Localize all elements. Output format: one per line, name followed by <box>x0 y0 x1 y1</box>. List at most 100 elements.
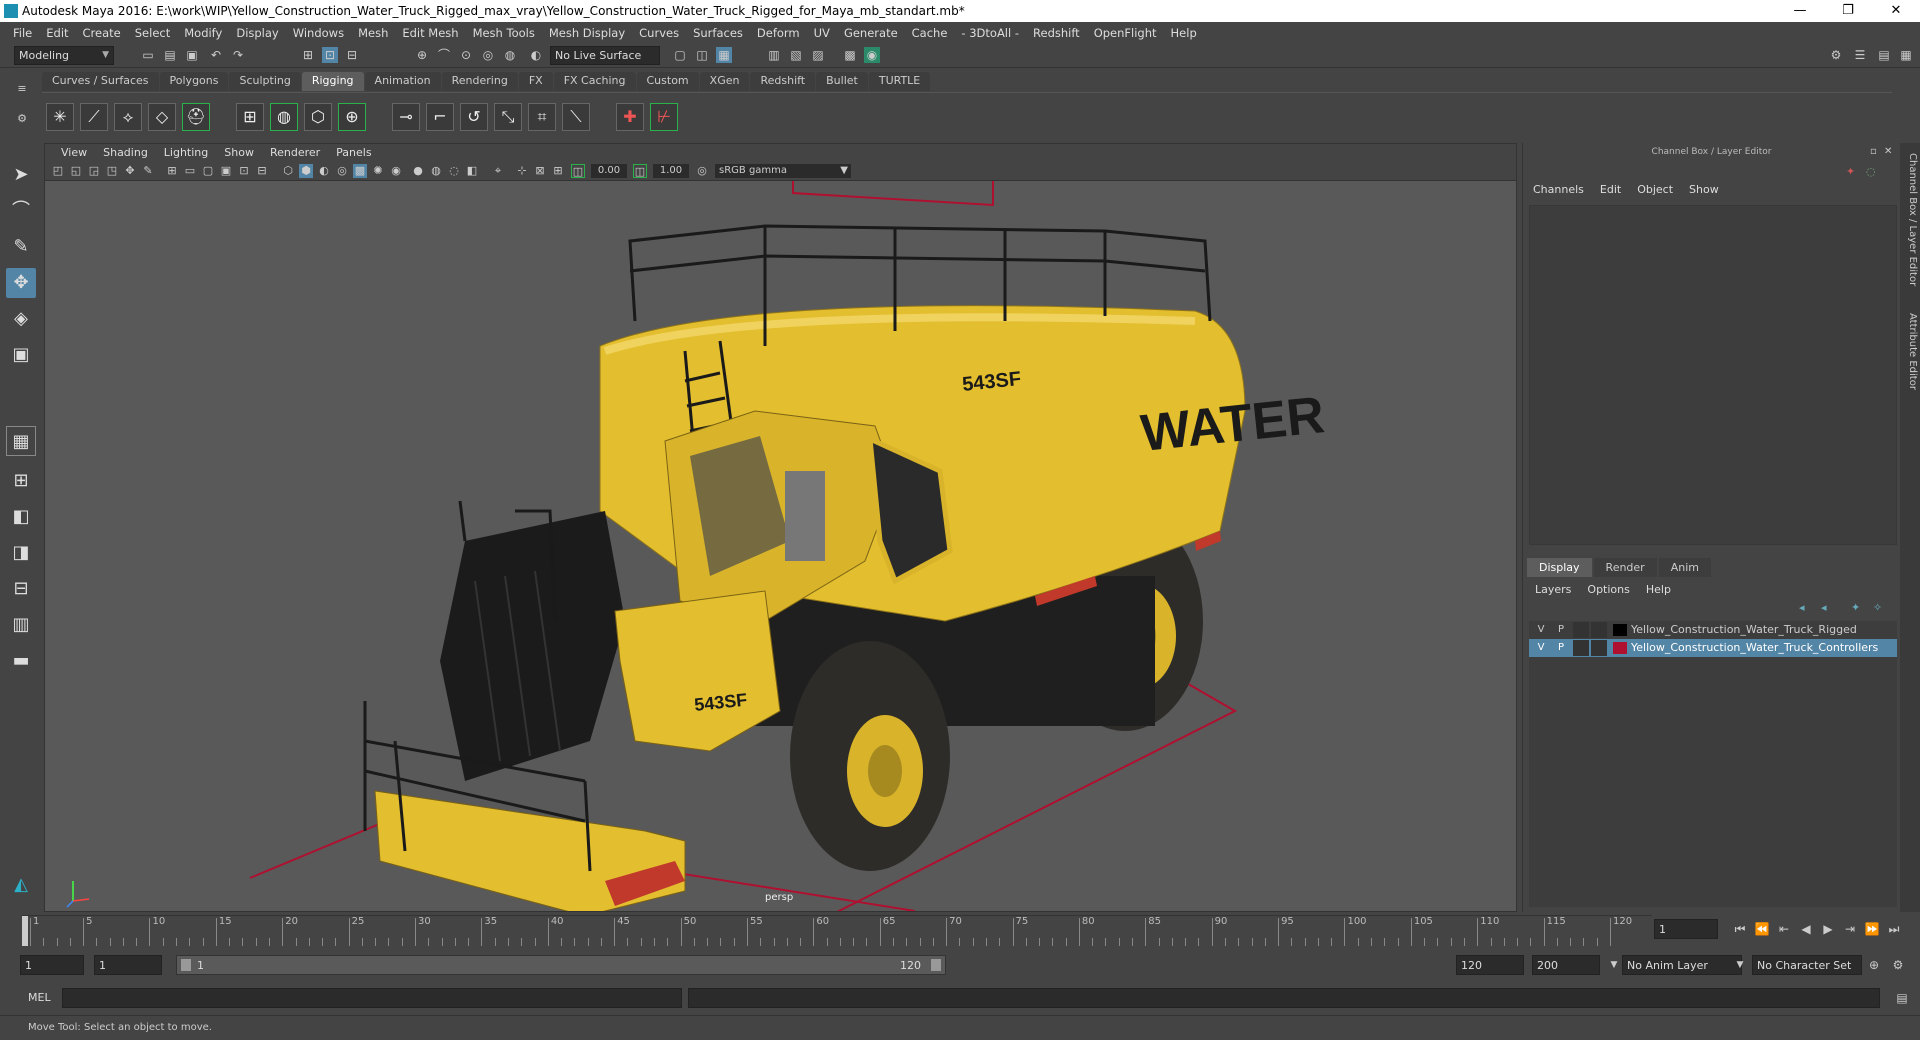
range-handle-left[interactable] <box>181 959 191 971</box>
new-layer-icon[interactable]: ✧ <box>1873 601 1889 615</box>
locator-icon[interactable]: ✚ <box>616 103 644 131</box>
gate-mask-icon[interactable]: ▣ <box>219 164 233 178</box>
maya-home-icon[interactable]: ◭ <box>6 870 36 900</box>
ipr-icon[interactable]: ◫ <box>694 47 710 63</box>
range-slider[interactable]: 1 120 <box>176 955 946 975</box>
time-slider[interactable]: 1 5 10 15 20 25 30 35 40 45 50 55 60 65 70 75 80 85 90 95 10… <box>22 915 1652 947</box>
select-hierarchy-icon[interactable]: ⊞ <box>300 47 316 63</box>
menu-create[interactable]: Create <box>76 26 128 40</box>
select-object-icon[interactable]: ⊡ <box>322 47 338 63</box>
safe-action-icon[interactable]: ⊟ <box>255 164 269 178</box>
toggle-attribute-icon[interactable]: ▤ <box>1876 47 1892 63</box>
shelf-tab-rigging[interactable]: Rigging <box>301 72 364 91</box>
point-constraint-icon[interactable]: ⌐ <box>426 103 454 131</box>
channel-sync-icon[interactable]: ◌ <box>1866 165 1880 179</box>
shelf-tab-fx-caching[interactable]: FX Caching <box>553 72 636 91</box>
new-scene-icon[interactable]: ▭ <box>140 47 156 63</box>
end-time-field[interactable]: 200 <box>1532 955 1600 975</box>
viewport-menu-show[interactable]: Show <box>216 146 262 159</box>
channel-menu-show[interactable]: Show <box>1689 183 1719 196</box>
viewport-menu-lighting[interactable]: Lighting <box>156 146 216 159</box>
lasso-tool-icon[interactable]: ⌒ <box>6 196 36 226</box>
close-panel-icon[interactable]: ✕ <box>1884 146 1896 158</box>
viewport-menu-renderer[interactable]: Renderer <box>262 146 328 159</box>
menu-curves[interactable]: Curves <box>632 26 686 40</box>
render-frame-icon[interactable]: ▥ <box>766 47 782 63</box>
snap-view-icon[interactable]: ◎ <box>480 47 496 63</box>
wireframe-icon[interactable]: ⬡ <box>281 164 295 178</box>
step-forward-key-icon[interactable]: ⏩ <box>1864 921 1880 937</box>
viewport-persp[interactable]: View Shading Lighting Show Renderer Panels ◰ … <box>44 143 1517 912</box>
motion-blur-icon[interactable]: ◍ <box>429 164 443 178</box>
layer-reference-toggle[interactable] <box>1591 640 1607 656</box>
menu-edit-mesh[interactable]: Edit Mesh <box>395 26 465 40</box>
parent-constraint-icon[interactable]: ⌗ <box>528 103 556 131</box>
grease-pencil-icon[interactable]: ✎ <box>141 164 155 178</box>
channel-box-area[interactable] <box>1529 205 1897 545</box>
shelf-tab-redshift[interactable]: Redshift <box>750 72 816 91</box>
move-layer-up-icon[interactable]: ◂ <box>1799 601 1815 615</box>
select-camera-icon[interactable]: ◰ <box>51 164 65 178</box>
shadows-icon[interactable]: ◉ <box>389 164 403 178</box>
character-set-arrow-icon[interactable]: ▼ <box>1732 957 1748 973</box>
menu-generate[interactable]: Generate <box>837 26 905 40</box>
backface-icon[interactable]: ⊞ <box>551 164 565 178</box>
new-layer-selected-icon[interactable]: ✦ <box>1851 601 1867 615</box>
go-start-icon[interactable]: ⏮ <box>1732 921 1748 937</box>
aim-constraint-icon[interactable]: ⊸ <box>392 103 420 131</box>
layer-visibility-toggle[interactable]: V <box>1533 622 1549 638</box>
color-space-dropdown[interactable]: sRGB gamma ▼ <box>715 164 851 178</box>
bind-skin-icon[interactable]: ⊞ <box>236 103 264 131</box>
menu-display[interactable]: Display <box>229 26 285 40</box>
layer-display-type-toggle[interactable] <box>1573 622 1589 638</box>
layer-display-type-toggle[interactable] <box>1573 640 1589 656</box>
mode-dropdown[interactable]: Modeling ▼ <box>14 46 114 65</box>
smooth-shade-icon[interactable]: ⬢ <box>299 164 313 178</box>
layer-playback-toggle[interactable]: P <box>1553 622 1569 638</box>
single-view-icon[interactable]: ▦ <box>6 426 36 456</box>
minimize-button[interactable]: — <box>1780 2 1820 20</box>
cluster-icon[interactable]: ⬡ <box>304 103 332 131</box>
menu-cache[interactable]: Cache <box>905 26 955 40</box>
live-surface-icon[interactable]: ◐ <box>528 47 544 63</box>
layer-tab-anim[interactable]: Anim <box>1658 558 1711 577</box>
xray-icon[interactable]: ⌖ <box>491 164 505 178</box>
start-time-field[interactable]: 1 <box>20 955 84 975</box>
layer-menu-options[interactable]: Options <box>1587 583 1629 596</box>
textured-icon[interactable]: ▩ <box>353 164 367 178</box>
snap-surface-icon[interactable]: ◍ <box>502 47 518 63</box>
scale-tool-icon[interactable]: ▣ <box>6 340 36 370</box>
shelf-tab-polygons[interactable]: Polygons <box>159 72 229 91</box>
pole-vector-icon[interactable]: ⟍ <box>562 103 590 131</box>
play-back-icon[interactable]: ◀ <box>1798 921 1814 937</box>
toggle-channelbox-icon[interactable]: ▦ <box>1898 47 1914 63</box>
menu-select[interactable]: Select <box>128 26 177 40</box>
playback-start-field[interactable]: 1 <box>94 955 162 975</box>
tab-channel-box[interactable]: Channel Box / Layer Editor <box>1902 153 1918 286</box>
hypershade-icon[interactable]: ▦ <box>716 47 732 63</box>
layer-color-swatch[interactable] <box>1613 642 1627 654</box>
isolate-select-icon[interactable]: ◧ <box>465 164 479 178</box>
mirror-joint-icon[interactable]: ◇ <box>148 103 176 131</box>
render-region-icon[interactable]: ▢ <box>672 47 688 63</box>
menu-uv[interactable]: UV <box>807 26 837 40</box>
quick-rig-icon[interactable]: ⛑ <box>182 103 210 131</box>
shelf-tab-rendering[interactable]: Rendering <box>441 72 518 91</box>
gamma-icon[interactable]: ◫ <box>633 164 647 178</box>
xray-joints-icon[interactable]: ⊹ <box>515 164 529 178</box>
exposure-icon[interactable]: ◫ <box>571 164 585 178</box>
field-chart-icon[interactable]: ⊡ <box>237 164 251 178</box>
go-end-icon[interactable]: ⏭ <box>1886 921 1902 937</box>
render-view-icon[interactable]: ▩ <box>842 47 858 63</box>
menu-deform[interactable]: Deform <box>750 26 807 40</box>
joint-tool-icon[interactable]: ✳ <box>46 103 74 131</box>
channel-menu-object[interactable]: Object <box>1637 183 1673 196</box>
exposure-field[interactable]: 0.00 <box>591 164 627 178</box>
select-tool-icon[interactable]: ➤ <box>6 160 36 190</box>
layer-menu-help[interactable]: Help <box>1646 583 1671 596</box>
channel-menu-channels[interactable]: Channels <box>1533 183 1584 196</box>
menu-redshift[interactable]: Redshift <box>1026 26 1087 40</box>
layer-row[interactable]: V P Yellow_Construction_Water_Truck_Contro… <box>1529 639 1897 657</box>
live-surface-field[interactable]: No Live Surface <box>550 46 660 65</box>
menu-help[interactable]: Help <box>1164 26 1204 40</box>
